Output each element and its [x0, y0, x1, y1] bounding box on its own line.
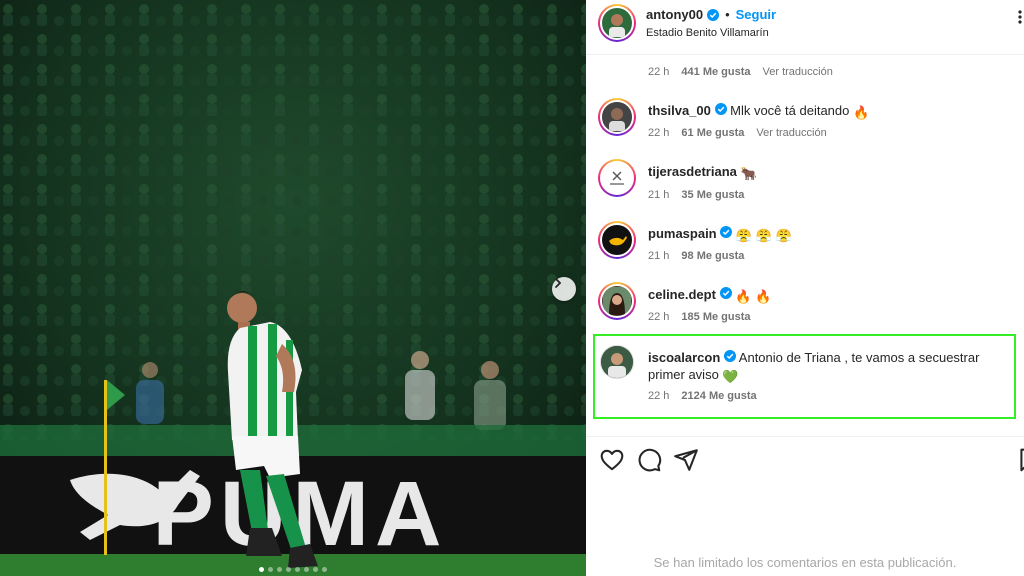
- carousel-next-button[interactable]: [552, 277, 576, 301]
- comment-meta: 21 h 98 Me gusta: [648, 250, 744, 262]
- see-translation-link[interactable]: Ver traducción: [756, 127, 826, 139]
- comment-likes[interactable]: 185 Me gusta: [681, 311, 750, 323]
- fire-emoji: 🔥: [852, 105, 870, 120]
- fire-emoji: 🔥 🔥: [735, 289, 772, 304]
- carousel-dot: [268, 567, 273, 572]
- author-username[interactable]: antony00: [646, 7, 703, 22]
- more-options-icon[interactable]: [1016, 9, 1024, 25]
- carousel-dot: [286, 567, 291, 572]
- post-header: antony00 • Seguir Estadio Benito Villama…: [586, 0, 1024, 55]
- comment-time: 21 h: [648, 189, 670, 201]
- highlighted-comment-outline: [593, 334, 1016, 419]
- save-bookmark-icon[interactable]: [1016, 447, 1024, 473]
- comment-meta: 22 h 441 Me gusta Ver traducción: [648, 66, 833, 78]
- carousel-dot: [277, 567, 282, 572]
- post-photo[interactable]: PUMA: [0, 0, 586, 576]
- header-separator: •: [725, 7, 730, 22]
- carousel-dot: [322, 567, 327, 572]
- verified-badge-icon: [719, 287, 732, 299]
- commenter-avatar[interactable]: [598, 282, 636, 320]
- commenter-username[interactable]: tijerasdetriana: [648, 164, 737, 179]
- comment-likes[interactable]: 61 Me gusta: [681, 127, 744, 139]
- verified-badge-icon: [707, 8, 720, 21]
- share-send-icon[interactable]: [673, 447, 699, 473]
- comment-text: Mlk você tá deitando: [730, 103, 850, 118]
- verified-badge-icon: [714, 103, 727, 115]
- commenter-username[interactable]: pumaspain: [648, 226, 717, 241]
- comment-meta: 21 h 35 Me gusta: [648, 189, 744, 201]
- carousel-dot: [304, 567, 309, 572]
- avatar-image: [603, 9, 631, 37]
- comment-likes[interactable]: 35 Me gusta: [681, 189, 744, 201]
- commenter-avatar[interactable]: [598, 221, 636, 259]
- comment-likes[interactable]: 441 Me gusta: [681, 66, 750, 78]
- ox-emoji: 🐂: [740, 166, 757, 181]
- carousel-dot: [295, 567, 300, 572]
- comment-meta: 22 h 61 Me gusta Ver traducción: [648, 127, 827, 139]
- comment-time: 22 h: [648, 311, 670, 323]
- verified-badge-icon: [720, 226, 733, 238]
- comment-meta: 22 h 185 Me gusta: [648, 311, 751, 323]
- comment-bubble-icon[interactable]: [636, 447, 662, 473]
- commenter-username[interactable]: thsilva_00: [648, 103, 711, 118]
- post-action-bar: [586, 436, 1024, 482]
- carousel-dot: [259, 567, 264, 572]
- carousel-dot: [313, 567, 318, 572]
- comment-likes[interactable]: 98 Me gusta: [681, 250, 744, 262]
- comment-time: 21 h: [648, 250, 670, 262]
- commenter-username[interactable]: celine.dept: [648, 287, 716, 302]
- commenter-avatar[interactable]: [598, 98, 636, 136]
- chevron-right-icon: [555, 278, 562, 288]
- stadium-scene: PUMA: [0, 0, 586, 576]
- like-heart-icon[interactable]: [599, 447, 625, 473]
- comments-limited-notice: Se han limitado los comentarios en esta …: [653, 555, 957, 570]
- post-side-panel: antony00 • Seguir Estadio Benito Villama…: [586, 0, 1024, 576]
- comment-time: 22 h: [648, 127, 670, 139]
- author-avatar[interactable]: [598, 4, 636, 42]
- comment-time: 22 h: [648, 66, 670, 78]
- post-location[interactable]: Estadio Benito Villamarín: [646, 27, 769, 39]
- follow-button[interactable]: Seguir: [736, 7, 776, 22]
- see-translation-link[interactable]: Ver traducción: [763, 66, 833, 78]
- commenter-avatar[interactable]: [598, 159, 636, 197]
- carousel-indicators: [0, 567, 586, 572]
- steam-face-emoji: 😤 😤 😤: [735, 228, 792, 243]
